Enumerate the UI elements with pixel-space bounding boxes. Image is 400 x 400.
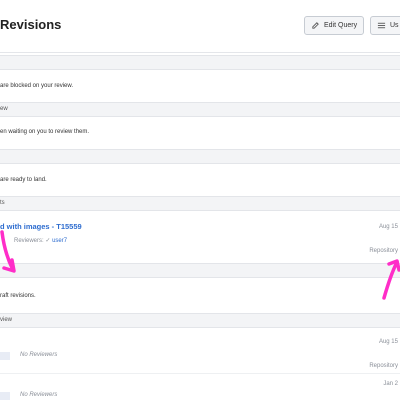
- revision-status-icon: [0, 392, 10, 400]
- section-message: are blocked on your review.: [0, 83, 74, 89]
- revision-date: Jan 2: [383, 381, 398, 387]
- list-icon: [377, 22, 386, 29]
- reviewer-check-icon: ✓: [45, 238, 51, 244]
- page-title: Revisions: [0, 17, 62, 32]
- use-button[interactable]: Us: [370, 16, 400, 35]
- no-reviewers-text: No Reviewers: [20, 392, 58, 398]
- section-header: [0, 149, 400, 164]
- revision-reviewers: Reviewers: ✓ user7: [14, 237, 67, 244]
- section-message: raft revisions.: [0, 293, 36, 299]
- no-reviewers-text: No Reviewers: [20, 352, 58, 358]
- reviewer-user-link[interactable]: user7: [52, 238, 67, 244]
- annotation-arrow-left: [0, 230, 16, 273]
- revision-date: Aug 15: [378, 224, 398, 230]
- edit-query-button[interactable]: Edit Query: [304, 16, 365, 35]
- section-header: ts: [0, 196, 400, 211]
- row-divider: [0, 373, 400, 374]
- revision-repository: Repository: [369, 363, 398, 369]
- edit-query-label: Edit Query: [324, 22, 358, 29]
- page-header: Revisions Edit Query Us: [0, 0, 400, 53]
- revision-status-icon: [0, 352, 10, 360]
- section-header: view: [0, 313, 400, 328]
- section-message: en waiting on you to review them.: [0, 129, 90, 135]
- annotation-arrow-right: [382, 259, 400, 300]
- edit-icon: [312, 22, 319, 29]
- use-button-label: Us: [390, 22, 399, 29]
- section-header: ew: [0, 102, 400, 117]
- section-header: [0, 55, 400, 70]
- section-header: [0, 263, 400, 278]
- revision-repository: Repository: [369, 248, 398, 254]
- section-message: are ready to land.: [0, 177, 47, 183]
- revision-date: Aug 15: [378, 339, 398, 345]
